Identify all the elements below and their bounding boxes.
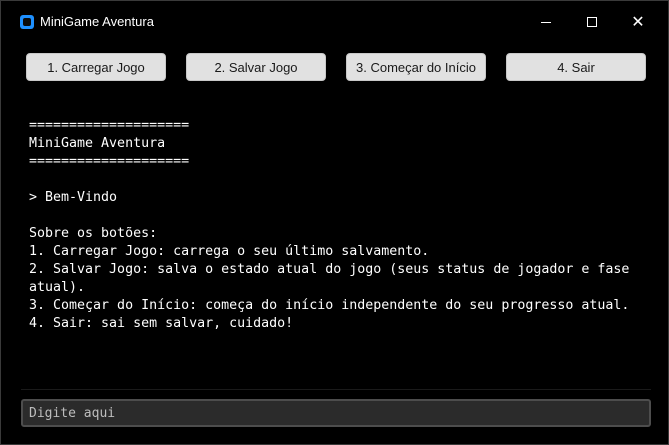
window-title: MiniGame Aventura [40, 14, 154, 29]
load-game-button[interactable]: 1. Carregar Jogo [26, 53, 166, 81]
output-line: 1. Carregar Jogo: carrega o seu último s… [29, 244, 430, 259]
restart-button[interactable]: 3. Começar do Início [346, 53, 486, 81]
output-line: ==================== [29, 118, 190, 133]
exit-button[interactable]: 4. Sair [506, 53, 646, 81]
close-button[interactable]: ✕ [615, 1, 661, 43]
output-line: 2. Salvar Jogo: salva o estado atual do … [29, 262, 630, 277]
app-icon [20, 15, 34, 29]
minimize-icon [541, 21, 551, 23]
app-window: MiniGame Aventura ✕ 1. Carregar Jogo 2. … [0, 0, 669, 445]
command-input[interactable] [21, 399, 651, 427]
output-line: 4. Sair: sai sem salvar, cuidado! [29, 316, 294, 331]
maximize-icon [587, 17, 597, 27]
toolbar: 1. Carregar Jogo 2. Salvar Jogo 3. Começ… [1, 53, 668, 81]
output-line: MiniGame Aventura [29, 136, 166, 151]
close-icon: ✕ [631, 12, 645, 31]
title-bar[interactable]: MiniGame Aventura ✕ [1, 1, 668, 43]
console-output[interactable]: ==================== MiniGame Aventura =… [21, 109, 651, 389]
output-line: atual). [29, 280, 86, 295]
output-line: Sobre os botões: [29, 226, 158, 241]
output-line: 3. Começar do Início: começa do início i… [29, 298, 630, 313]
maximize-button[interactable] [569, 1, 615, 43]
divider [21, 389, 651, 390]
save-game-button[interactable]: 2. Salvar Jogo [186, 53, 326, 81]
output-line: > Bem-Vindo [29, 190, 118, 205]
output-line: ==================== [29, 154, 190, 169]
minimize-button[interactable] [523, 1, 569, 43]
